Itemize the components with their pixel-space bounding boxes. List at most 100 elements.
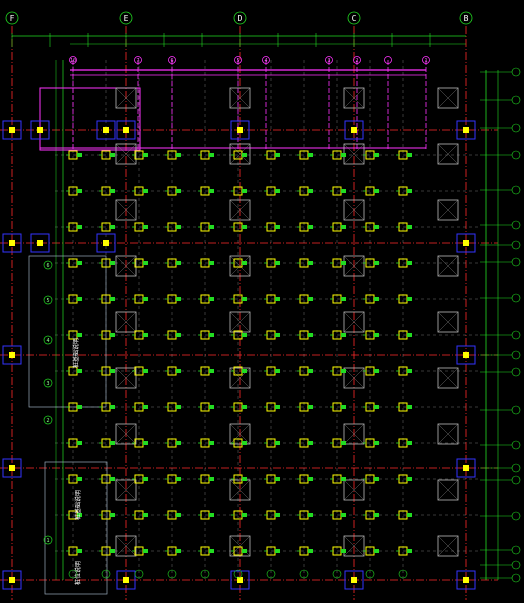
pile-rebar (407, 549, 412, 553)
pile-rebar (341, 441, 346, 445)
pile-rebar (341, 549, 346, 553)
pile-rebar (209, 333, 214, 337)
axis-label-left: 4 (46, 338, 49, 344)
pile-rebar (374, 477, 379, 481)
pile-rebar (341, 333, 346, 337)
beam-axis-label: 3 (327, 58, 330, 64)
pile-rebar (77, 405, 82, 409)
column-core (37, 127, 43, 133)
pile-rebar (143, 333, 148, 337)
pile-rebar (407, 333, 412, 337)
pile-rebar (209, 513, 214, 517)
pile-rebar (275, 549, 280, 553)
column-core (463, 127, 469, 133)
pile-rebar (374, 189, 379, 193)
pile-rebar (176, 153, 181, 157)
pile-rebar (209, 369, 214, 373)
pile-rebar (110, 225, 115, 229)
pile-rebar (77, 441, 82, 445)
column-core (9, 240, 15, 246)
note-text-2: 桩基础说明 (74, 490, 82, 520)
pile-rebar (77, 333, 82, 337)
pile-rebar (242, 513, 247, 517)
pile-rebar (242, 153, 247, 157)
column-core (103, 240, 109, 246)
column-core (9, 352, 15, 358)
column-core (103, 127, 109, 133)
pile-rebar (341, 189, 346, 193)
pile-rebar (374, 369, 379, 373)
pile-rebar (209, 261, 214, 265)
pile-rebar (275, 261, 280, 265)
pile-rebar (275, 297, 280, 301)
pile-rebar (242, 189, 247, 193)
column-core (463, 465, 469, 471)
column-core (351, 127, 357, 133)
pile-rebar (209, 297, 214, 301)
column-core (9, 577, 15, 583)
pile-rebar (176, 297, 181, 301)
pile-rebar (308, 261, 313, 265)
pile-rebar (308, 153, 313, 157)
pile-rebar (176, 513, 181, 517)
axis-label-left: 6 (46, 263, 49, 269)
pile-rebar (341, 477, 346, 481)
pile-rebar (374, 225, 379, 229)
pile-rebar (341, 297, 346, 301)
pile-rebar (374, 549, 379, 553)
pile-rebar (407, 153, 412, 157)
pile-rebar (143, 261, 148, 265)
pile-rebar (341, 369, 346, 373)
pile-rebar (209, 549, 214, 553)
pile-rebar (374, 333, 379, 337)
pile-rebar (275, 333, 280, 337)
pile-rebar (110, 441, 115, 445)
note-text-3: 桩位说明 (74, 561, 82, 585)
pile-rebar (110, 549, 115, 553)
pile-rebar (143, 405, 148, 409)
pile-rebar (176, 405, 181, 409)
pile-rebar (77, 477, 82, 481)
pile-rebar (110, 405, 115, 409)
pile-rebar (77, 153, 82, 157)
pile-rebar (143, 549, 148, 553)
pile-rebar (77, 369, 82, 373)
pile-rebar (341, 225, 346, 229)
pile-rebar (242, 405, 247, 409)
pile-rebar (407, 225, 412, 229)
pile-rebar (275, 405, 280, 409)
pile-rebar (308, 441, 313, 445)
beam-axis-label: 6 (170, 58, 173, 64)
beam-axis-label: 4 (264, 58, 267, 64)
beam-axis-label: 10 (70, 58, 76, 64)
pile-rebar (176, 441, 181, 445)
column-core (237, 127, 243, 133)
pile-rebar (77, 225, 82, 229)
pile-rebar (143, 513, 148, 517)
pile-rebar (341, 513, 346, 517)
pile-rebar (374, 441, 379, 445)
column-core (463, 352, 469, 358)
pile-rebar (176, 369, 181, 373)
column-core (37, 240, 43, 246)
pile-rebar (374, 153, 379, 157)
axis-label-top: E (124, 14, 129, 23)
column-core (9, 127, 15, 133)
pile-rebar (308, 405, 313, 409)
pile-rebar (143, 225, 148, 229)
pile-rebar (407, 477, 412, 481)
axis-label-left: 1 (46, 538, 49, 544)
pile-rebar (176, 189, 181, 193)
pile-rebar (407, 297, 412, 301)
column-core (123, 127, 129, 133)
pile-rebar (275, 153, 280, 157)
pile-rebar (110, 477, 115, 481)
pile-rebar (209, 405, 214, 409)
pile-rebar (308, 225, 313, 229)
pile-rebar (242, 441, 247, 445)
beam-axis-label: 1 (424, 58, 427, 64)
pile-rebar (407, 513, 412, 517)
pile-rebar (308, 549, 313, 553)
pile-rebar (143, 153, 148, 157)
pile-rebar (308, 297, 313, 301)
